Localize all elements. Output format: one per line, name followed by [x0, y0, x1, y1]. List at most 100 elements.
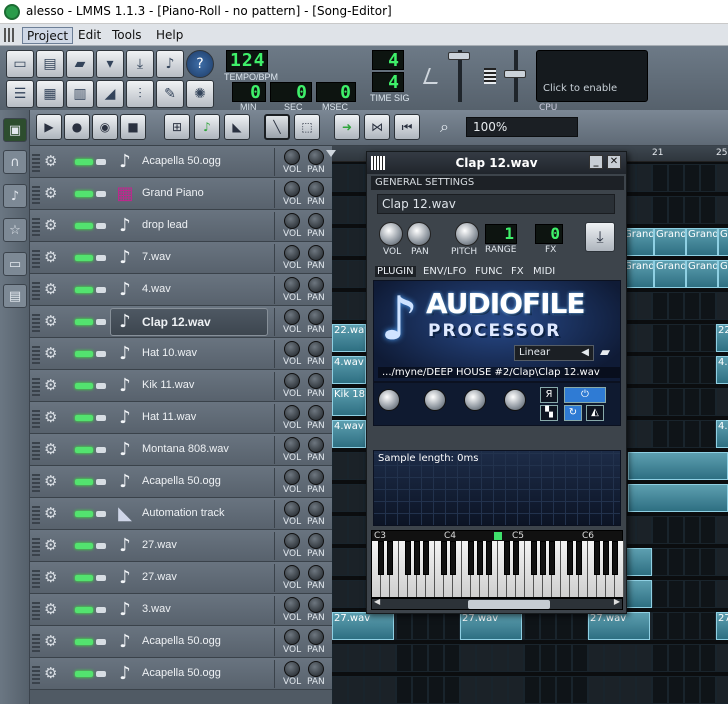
track-pan-knob[interactable]: [308, 469, 324, 485]
grid-cell[interactable]: [348, 548, 364, 576]
grid-cell[interactable]: [428, 612, 444, 640]
grid-cell[interactable]: [652, 580, 668, 608]
grid-cell[interactable]: [652, 292, 668, 320]
grid-cell[interactable]: [668, 292, 684, 320]
black-key[interactable]: [477, 541, 483, 575]
track-pan-knob[interactable]: [308, 405, 324, 421]
black-key[interactable]: [486, 541, 492, 575]
grid-cell[interactable]: [668, 420, 684, 448]
track-volume-knob[interactable]: [284, 373, 300, 389]
new-project-button[interactable]: ▭: [6, 50, 34, 78]
grid-cell[interactable]: [716, 292, 728, 320]
grid-cell[interactable]: [348, 452, 364, 480]
pattern-clip[interactable]: 4.wav: [716, 420, 728, 448]
track-pan-knob[interactable]: [308, 309, 324, 325]
grid-cell[interactable]: [348, 484, 364, 512]
pattern-clip[interactable]: [624, 580, 652, 608]
grid-cell[interactable]: [716, 196, 728, 224]
pattern-clip[interactable]: Grand: [686, 228, 718, 256]
grid-cell[interactable]: [396, 644, 412, 672]
track-row[interactable]: ⚙ ▦ Grand Piano VOL PAN: [30, 178, 332, 210]
track-grip-icon[interactable]: [32, 472, 40, 492]
grid-cell[interactable]: [332, 196, 348, 224]
solo-led[interactable]: [96, 223, 106, 229]
grid-cell[interactable]: [700, 164, 716, 192]
grid-cell[interactable]: [668, 612, 684, 640]
grid-cell[interactable]: [700, 292, 716, 320]
grid-cell[interactable]: [428, 644, 444, 672]
black-key[interactable]: [378, 541, 384, 575]
grid-cell[interactable]: [652, 324, 668, 352]
grid-cell[interactable]: [444, 612, 460, 640]
grid-cell[interactable]: [524, 612, 540, 640]
track-grip-icon[interactable]: [32, 280, 40, 300]
loop-point-knob[interactable]: [464, 389, 486, 411]
black-key[interactable]: [423, 541, 429, 575]
black-key[interactable]: [567, 541, 573, 575]
pattern-clip[interactable]: 27.wav: [716, 612, 728, 640]
gear-icon[interactable]: ⚙: [44, 344, 57, 362]
solo-led[interactable]: [96, 671, 106, 677]
zoom-select[interactable]: 100%: [466, 117, 578, 137]
grid-cell[interactable]: [332, 676, 348, 704]
gear-icon[interactable]: ⚙: [44, 600, 57, 618]
track-name[interactable]: Hat 11.wav: [142, 411, 196, 423]
grid-cell[interactable]: [332, 260, 348, 288]
keyboard-scrollbar[interactable]: ◀ ▶: [371, 597, 623, 610]
grid-cell[interactable]: [348, 516, 364, 544]
track-row[interactable]: ⚙ ♪ 27.wav VOL PAN: [30, 530, 332, 562]
grid-cell[interactable]: [700, 580, 716, 608]
mute-led[interactable]: [75, 575, 93, 581]
menu-project[interactable]: Project: [22, 27, 74, 44]
grid-cell[interactable]: [348, 196, 364, 224]
base-note-marker[interactable]: [494, 532, 502, 540]
grid-cell[interactable]: [636, 356, 652, 384]
track-name[interactable]: 7.wav: [142, 251, 171, 263]
pattern-clip[interactable]: 22.wav: [716, 324, 728, 352]
pattern-clip[interactable]: 27.wav: [588, 612, 650, 640]
mute-led[interactable]: [75, 351, 93, 357]
grid-cell[interactable]: [668, 356, 684, 384]
loop-points-button[interactable]: ⋈: [364, 114, 390, 140]
track-grip-icon[interactable]: [32, 408, 40, 428]
track-row[interactable]: ⚙ ♪ Acapella 50.ogg VOL PAN: [30, 146, 332, 178]
track-row[interactable]: ⚙ ♪ Acapella 50.ogg VOL PAN: [30, 626, 332, 658]
export-button[interactable]: ♪: [156, 50, 184, 78]
grid-cell[interactable]: [716, 580, 728, 608]
pattern-clip[interactable]: [628, 484, 728, 512]
pattern-clip[interactable]: Kik 18.: [332, 388, 366, 416]
track-pan-knob[interactable]: [308, 373, 324, 389]
open-project-button[interactable]: ▰: [66, 50, 94, 78]
grid-cell[interactable]: [668, 516, 684, 544]
pattern-clip[interactable]: Grand: [718, 260, 728, 288]
track-grip-icon[interactable]: [32, 344, 40, 364]
pattern-clip[interactable]: 27.wav: [332, 612, 394, 640]
track-row[interactable]: ⚙ ♪ 27.wav VOL PAN: [30, 562, 332, 594]
sidebar-home-icon[interactable]: ▭: [3, 252, 27, 276]
grid-cell[interactable]: [668, 196, 684, 224]
gear-icon[interactable]: ⚙: [44, 472, 57, 490]
menu-edit[interactable]: Edit: [74, 27, 105, 44]
project-notes-button[interactable]: ✎: [156, 80, 184, 108]
sidebar-samples-icon[interactable]: ♪: [3, 184, 27, 208]
automation-editor-button[interactable]: ◢: [96, 80, 124, 108]
grid-cell[interactable]: [684, 580, 700, 608]
track-volume-knob[interactable]: [284, 213, 300, 229]
grid-cell[interactable]: [364, 676, 380, 704]
track-row[interactable]: ⚙ ♪ Hat 11.wav VOL PAN: [30, 402, 332, 434]
beat-bassline-editor-button[interactable]: ▦: [36, 80, 64, 108]
solo-led[interactable]: [96, 351, 106, 357]
track-name[interactable]: Kik 11.wav: [142, 379, 194, 391]
grid-cell[interactable]: [700, 644, 716, 672]
grid-cell[interactable]: [716, 516, 728, 544]
grid-cell[interactable]: [668, 676, 684, 704]
grid-cell[interactable]: [556, 644, 572, 672]
track-pan-knob[interactable]: [308, 565, 324, 581]
tab-midi[interactable]: MIDI: [533, 266, 555, 277]
gear-icon[interactable]: ⚙: [44, 440, 57, 458]
whats-this-icon[interactable]: ?: [186, 50, 214, 78]
save-preset-button[interactable]: ⤓: [585, 222, 615, 252]
timesig-numerator[interactable]: 4: [372, 50, 404, 71]
track-grip-icon[interactable]: [32, 536, 40, 556]
grid-cell[interactable]: [652, 612, 668, 640]
